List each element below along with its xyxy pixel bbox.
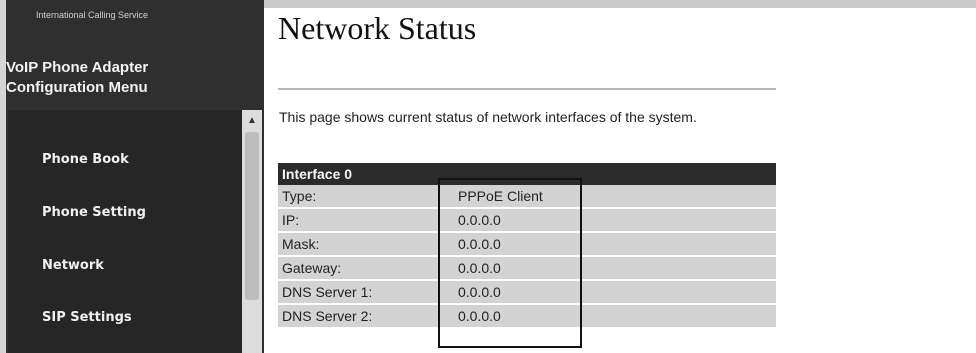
scroll-thumb[interactable] [245,132,259,300]
row-value-mask: 0.0.0.0 [454,233,776,257]
sidebar-item-network[interactable]: Network [42,258,104,273]
sidebar-item-phone-book[interactable]: Phone Book [42,152,129,167]
row-label-gateway: Gateway: [278,257,454,281]
row-label-type: Type: [278,185,454,209]
row-label-ip: IP: [278,209,454,233]
app-title-line-1: VoIP Phone Adapter [6,59,149,76]
sidebar-item-sip-settings[interactable]: SIP Settings [42,310,132,325]
row-value-ip: 0.0.0.0 [454,209,776,233]
row-label-dns-1: DNS Server 1: [278,281,454,305]
app-title-line-2: Configuration Menu [6,79,148,96]
title-divider [278,88,776,90]
sidebar-scrollbar[interactable]: ▲ [242,110,262,353]
sidebar-tagline: International Calling Service [36,10,149,20]
row-label-mask: Mask: [278,233,454,257]
row-label-dns-2: DNS Server 2: [278,305,454,329]
table-row: IP: 0.0.0.0 [278,209,776,233]
row-value-dns-2: 0.0.0.0 [454,305,776,329]
row-value-gateway: 0.0.0.0 [454,257,776,281]
nav-panel: Phone Book Phone Setting Network SIP Set… [8,110,242,353]
sidebar: International Calling Service VoIP Phone… [0,0,264,353]
row-value-type: PPPoE Client [454,185,776,209]
table-row: DNS Server 1: 0.0.0.0 [278,281,776,305]
chevron-up-icon[interactable]: ▲ [242,110,262,130]
interface-header: Interface 0 [278,163,776,185]
sidebar-item-phone-setting[interactable]: Phone Setting [42,205,146,220]
app-title: VoIP Phone Adapter Configuration Menu [6,58,148,98]
page-description: This page shows current status of networ… [279,109,697,125]
table-row: Type: PPPoE Client [278,185,776,209]
page-title: Network Status [278,10,477,46]
sidebar-edge [0,0,6,353]
interface-table: Interface 0 Type: PPPoE Client IP: 0.0.0… [278,163,776,329]
row-value-dns-1: 0.0.0.0 [454,281,776,305]
table-row: Gateway: 0.0.0.0 [278,257,776,281]
table-row: Mask: 0.0.0.0 [278,233,776,257]
table-row: DNS Server 2: 0.0.0.0 [278,305,776,329]
